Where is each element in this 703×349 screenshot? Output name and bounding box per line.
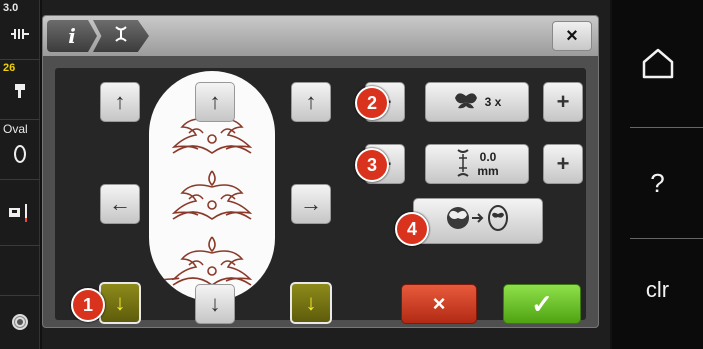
move-right-button[interactable]: → (291, 184, 331, 224)
embroidery-motif (171, 170, 253, 220)
bobbin-icon (0, 312, 40, 337)
arrow-left-icon: ← (109, 191, 131, 216)
move-down-right-button[interactable]: ↓ (290, 282, 332, 324)
title-bar: i × (43, 16, 598, 56)
cancel-icon: × (432, 291, 446, 316)
help-icon: ? (650, 167, 665, 198)
oval-hoop-icon (0, 144, 40, 169)
butterfly-to-hoop-icon (442, 204, 514, 238)
arrow-up-icon: ↑ (209, 89, 221, 114)
needle-icon (0, 202, 40, 229)
spacing-display: 0.0 mm (425, 144, 529, 184)
tab-info[interactable]: i (47, 20, 97, 52)
divider (630, 127, 703, 128)
motif-repeat-icon (113, 25, 129, 48)
info-icon: i (68, 24, 76, 48)
spacing-value-unit: mm (477, 164, 499, 178)
tab-motif-repeat[interactable] (93, 20, 149, 52)
move-down-center-button[interactable]: ↓ (195, 284, 235, 324)
spacing-value-number: 0.0 (479, 150, 497, 164)
hoop-label: Oval (3, 122, 28, 136)
move-left-button[interactable]: ← (100, 184, 140, 224)
stitch-width-value: 3.0 (3, 2, 19, 14)
arrow-down-icon: ↓ (209, 291, 221, 316)
hoop-cell[interactable]: Oval (0, 120, 40, 180)
needle-cell[interactable] (0, 180, 40, 246)
help-button[interactable]: ? (612, 130, 703, 236)
callout-badge-2: 2 (355, 86, 389, 120)
repeat-count-value: 3 x (484, 95, 502, 109)
confirm-button[interactable]: ✓ (503, 284, 581, 324)
plus-icon: + (556, 151, 570, 176)
presser-foot-icon (0, 82, 40, 105)
content-panel: ↑ ↑ ↑ ← → (55, 68, 586, 324)
empty-status-cell (0, 246, 40, 296)
home-icon (641, 47, 675, 84)
callout-badge-1: 1 (71, 288, 105, 322)
move-down-left-button[interactable]: ↓ (99, 282, 141, 324)
clear-label: clr (645, 277, 670, 302)
divider (630, 238, 703, 239)
cancel-button[interactable]: × (401, 284, 477, 324)
callout-badge-4: 4 (395, 212, 429, 246)
bobbin-cell[interactable] (0, 296, 40, 349)
presser-foot-cell[interactable]: 26 (0, 60, 40, 120)
repeat-increase-button[interactable]: + (543, 82, 583, 122)
spacing-value: 0.0 mm (477, 150, 498, 178)
arrow-up-icon: ↑ (114, 89, 126, 114)
stitch-width-icon (0, 26, 40, 47)
repeat-count-display: 3 x (425, 82, 529, 122)
move-up-center-overlay[interactable]: ↑ (195, 82, 235, 122)
home-button[interactable] (612, 20, 703, 110)
butterfly-repeat-icon (453, 92, 479, 113)
fit-to-hoop-button[interactable] (413, 198, 543, 244)
arrow-right-icon: → (300, 191, 322, 216)
endless-embroidery-window: i × ↑ ↑ ↑ ← → (42, 15, 599, 328)
checkmark-icon: ✓ (531, 288, 553, 319)
move-up-right-button[interactable]: ↑ (291, 82, 331, 122)
status-sidebar: 3.0 26 Oval (0, 0, 40, 349)
move-up-left-button[interactable]: ↑ (100, 82, 140, 122)
arrow-down-icon: ↓ (305, 290, 317, 315)
plus-icon: + (556, 89, 570, 114)
right-panel: ? clr (612, 0, 703, 349)
close-icon: × (566, 24, 578, 47)
callout-badge-3: 3 (355, 148, 389, 182)
clear-button[interactable]: clr (612, 240, 703, 340)
close-button[interactable]: × (552, 21, 592, 51)
hoop-number: 26 (3, 62, 16, 74)
arrow-up-icon: ↑ (305, 89, 317, 114)
motif-spacing-icon (455, 148, 471, 181)
stitch-width-cell[interactable]: 3.0 (0, 0, 40, 60)
spacing-increase-button[interactable]: + (543, 144, 583, 184)
arrow-down-icon: ↓ (114, 290, 126, 315)
